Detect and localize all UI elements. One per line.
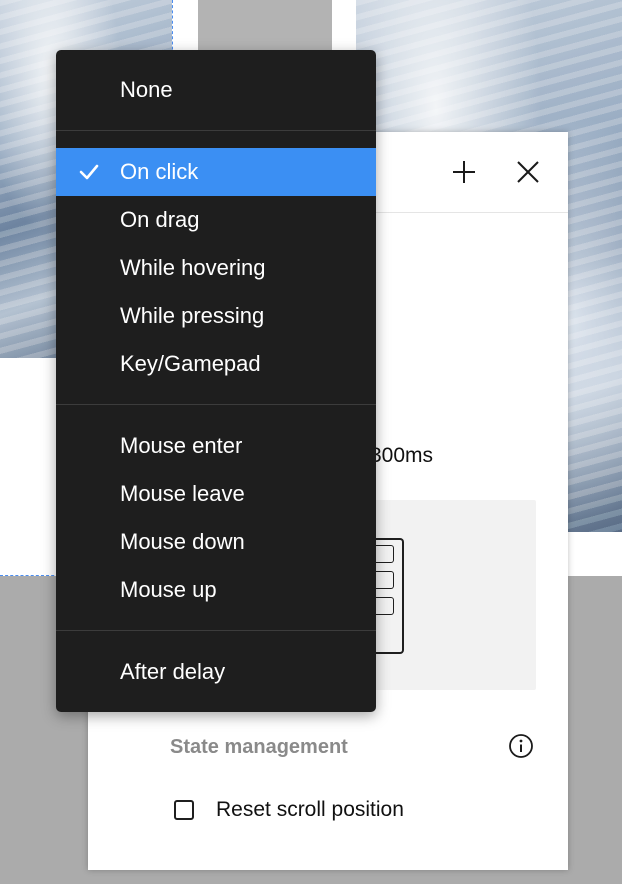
trigger-dropdown-menu: None On click On drag While hovering Whi… [56,50,376,712]
menu-item-after-delay[interactable]: After delay [56,648,376,696]
menu-item-label: Mouse leave [120,481,245,506]
menu-separator [56,130,376,131]
menu-item-label: On drag [120,207,200,232]
menu-item-label: While pressing [120,303,265,328]
menu-item-key-gamepad[interactable]: Key/Gamepad [56,340,376,388]
menu-item-mouse-up[interactable]: Mouse up [56,566,376,614]
menu-item-label: On click [120,159,199,184]
checkmark-icon [79,164,99,180]
animation-preview [368,500,536,690]
duration-value[interactable]: 300ms [370,444,433,468]
state-management-label: State management [170,736,348,758]
menu-item-on-drag[interactable]: On drag [56,196,376,244]
close-button[interactable] [512,156,544,188]
info-icon [509,734,533,758]
menu-item-label: Mouse up [120,577,217,602]
menu-item-while-hovering[interactable]: While hovering [56,244,376,292]
state-management-info-button[interactable] [508,733,534,759]
plus-icon [453,161,475,183]
menu-item-mouse-enter[interactable]: Mouse enter [56,422,376,470]
menu-separator [56,630,376,631]
menu-item-label: After delay [120,659,226,684]
menu-item-mouse-down[interactable]: Mouse down [56,518,376,566]
menu-item-label: While hovering [120,255,266,280]
reset-scroll-checkbox[interactable] [174,800,194,820]
add-button[interactable] [448,156,480,188]
menu-item-mouse-leave[interactable]: Mouse leave [56,470,376,518]
reset-scroll-row[interactable]: Reset scroll position [174,798,404,822]
menu-separator [56,404,376,405]
menu-item-label: Mouse enter [120,433,243,458]
close-icon [517,161,539,183]
reset-scroll-label: Reset scroll position [216,798,404,821]
menu-item-label: Key/Gamepad [120,351,261,376]
menu-item-label: Mouse down [120,529,245,554]
menu-item-on-click[interactable]: On click [56,148,376,196]
menu-item-none[interactable]: None [56,66,376,114]
menu-item-while-pressing[interactable]: While pressing [56,292,376,340]
menu-item-label: None [120,77,173,102]
